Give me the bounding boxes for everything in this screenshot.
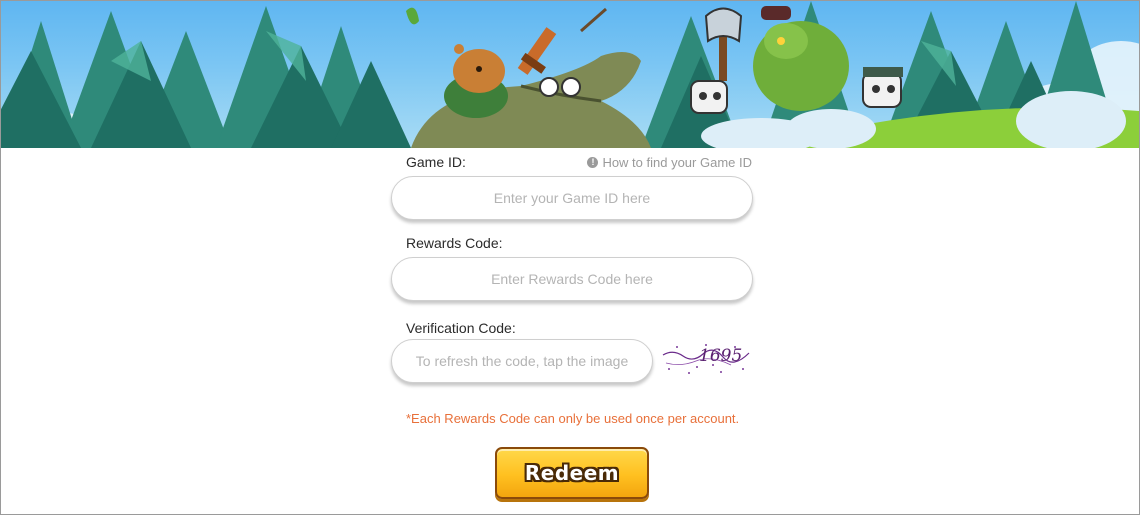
redeem-button[interactable]: Redeem [495,447,649,499]
banner-artwork [1,1,1139,148]
game-id-input[interactable] [391,176,753,220]
verification-code-input[interactable] [391,339,653,383]
verification-code-label: Verification Code: [406,320,516,336]
info-icon: ! [587,157,599,168]
rewards-code-label: Rewards Code: [406,235,503,251]
rewards-code-input[interactable] [391,257,753,301]
hero-banner [1,1,1139,148]
game-id-label: Game ID: [406,154,466,170]
rewards-code-notice: *Each Rewards Code can only be used once… [406,411,740,426]
captcha-image[interactable]: 1695 [661,339,751,379]
page-frame: Game ID: ! How to find your Game ID Rewa… [0,0,1140,515]
how-to-find-game-id-link[interactable]: ! How to find your Game ID [587,155,752,170]
captcha-code-text: 1695 [699,346,742,366]
help-link-text: How to find your Game ID [602,155,752,170]
